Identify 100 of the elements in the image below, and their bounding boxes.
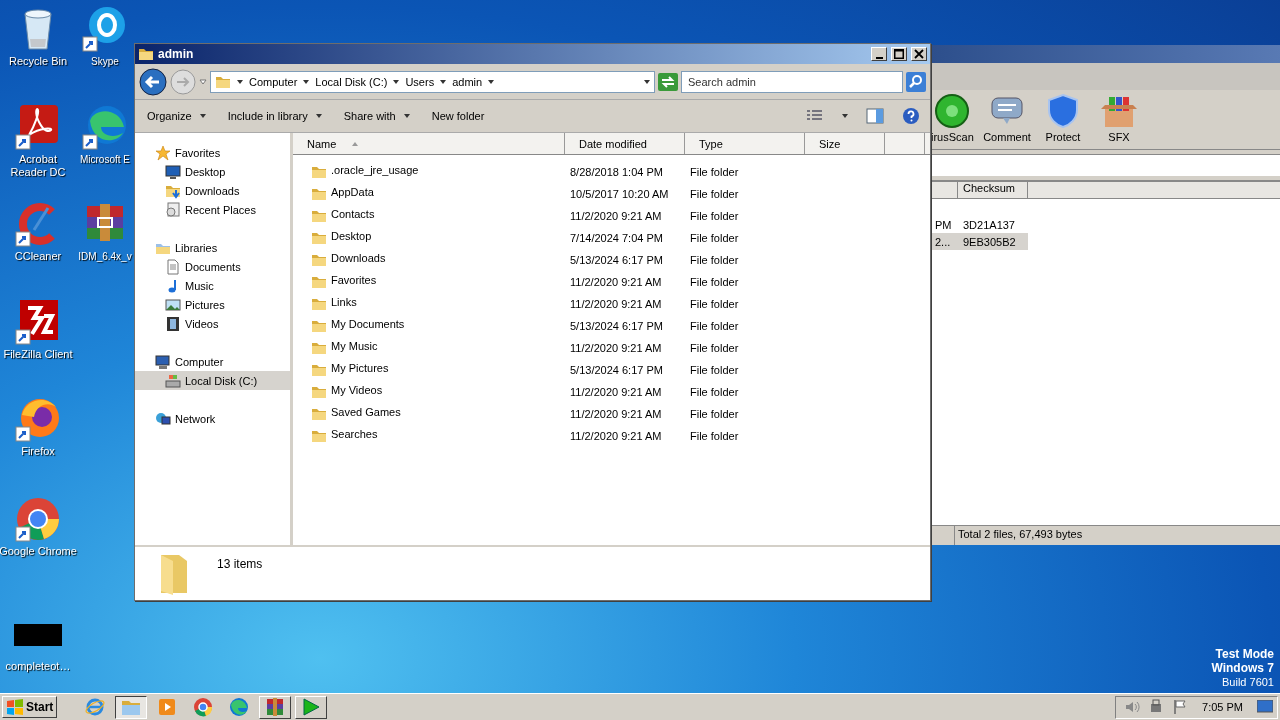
dropdown-icon[interactable] <box>644 79 650 84</box>
show-desktop-icon[interactable] <box>1257 700 1273 714</box>
column-header[interactable]: Name <box>293 133 565 154</box>
file-name[interactable]: My Music <box>331 340 378 356</box>
file-name[interactable]: My Pictures <box>331 362 389 378</box>
caret-icon[interactable] <box>842 114 848 118</box>
nav-item[interactable]: Music <box>135 276 290 295</box>
chevron-icon[interactable] <box>488 79 495 84</box>
folder-icon <box>311 362 327 378</box>
checksum-cell: 3D21A137 <box>963 218 1015 231</box>
file-name[interactable]: .oracle_jre_usage <box>331 164 419 180</box>
shield-icon[interactable] <box>1045 93 1081 129</box>
taskbar-button[interactable] <box>115 695 148 719</box>
clock[interactable]: 7:05 PM <box>1202 701 1243 713</box>
tool-label[interactable]: Protect <box>1045 131 1081 143</box>
type-cell: File folder <box>690 166 739 178</box>
icon-label[interactable]: Skype <box>91 55 119 68</box>
chrome-icon[interactable] <box>14 495 62 543</box>
nav-item[interactable]: Computer <box>135 352 290 371</box>
edge-icon <box>229 697 250 717</box>
address-bar[interactable]: Computer Local Disk (C:) Users admin <box>210 70 655 93</box>
nav-item[interactable]: Documents <box>135 257 290 276</box>
date-cell: 11/2/2020 9:21 AM <box>570 386 662 398</box>
preview-pane-icon[interactable] <box>866 108 884 124</box>
back-button[interactable] <box>139 67 167 96</box>
start-button[interactable]: Start <box>2 696 58 718</box>
nav-item[interactable]: Videos <box>135 314 290 333</box>
column-header[interactable]: Checksum <box>958 182 1028 198</box>
icon-label[interactable]: Recycle Bin <box>8 55 68 68</box>
nav-item[interactable]: Libraries <box>135 238 290 257</box>
search-icon[interactable] <box>906 71 926 92</box>
history-dropdown-icon[interactable] <box>199 77 207 86</box>
icon-label[interactable]: IDM_6.4x_v <box>78 250 132 263</box>
recent-places-icon <box>165 201 181 218</box>
tool-label[interactable]: Comment <box>983 131 1031 143</box>
refresh-button[interactable] <box>658 72 678 91</box>
file-name[interactable]: Links <box>331 296 357 312</box>
column-header[interactable]: Type <box>685 133 805 154</box>
view-options-icon[interactable] <box>806 109 824 123</box>
help-icon[interactable] <box>902 107 920 125</box>
maximize-button[interactable] <box>891 47 907 61</box>
file-name[interactable]: Downloads <box>331 252 386 268</box>
file-name[interactable]: Searches <box>331 428 378 444</box>
nav-item[interactable]: Recent Places <box>135 200 290 219</box>
search-field[interactable]: Search admin <box>681 70 903 93</box>
column-header[interactable]: Size <box>805 133 885 154</box>
minimize-button[interactable] <box>871 47 887 61</box>
nav-item[interactable]: Downloads <box>135 181 290 200</box>
bug-scan-icon[interactable] <box>934 93 970 129</box>
nav-item[interactable]: Network <box>135 409 290 428</box>
icon-label[interactable]: Acrobat Reader DC <box>3 153 73 179</box>
nav-item[interactable]: Pictures <box>135 295 290 314</box>
computer-icon <box>155 353 171 370</box>
icon-label[interactable]: Firefox <box>21 445 55 458</box>
icon-label[interactable]: FileZilla Client <box>3 348 73 361</box>
folder-icon <box>311 428 327 444</box>
chevron-icon[interactable] <box>237 79 243 84</box>
toolbar-button[interactable]: New folder <box>429 108 487 124</box>
file-name[interactable]: Contacts <box>331 208 375 224</box>
breadcrumb-item[interactable]: Local Disk (C:) <box>315 75 388 88</box>
file-row[interactable]: PM 3D21A137 <box>931 216 1280 233</box>
type-cell: File folder <box>690 342 739 354</box>
icon-label[interactable]: CCleaner <box>14 250 62 263</box>
nav-item[interactable]: Desktop <box>135 162 290 181</box>
breadcrumb-item[interactable]: admin <box>452 75 483 88</box>
file-name[interactable]: Desktop <box>331 230 372 246</box>
path-field[interactable] <box>931 154 1280 176</box>
column-header[interactable]: Date modified <box>565 133 685 154</box>
nav-item[interactable]: Local Disk (C:) <box>135 371 290 390</box>
breadcrumb-item[interactable]: Computer <box>249 75 298 88</box>
chevron-icon[interactable] <box>393 79 400 84</box>
menu-button[interactable]: Organize <box>145 108 208 124</box>
type-cell: File folder <box>690 320 739 332</box>
edge-icon[interactable] <box>81 103 129 151</box>
file-name[interactable]: AppData <box>331 186 374 202</box>
chevron-icon[interactable] <box>440 79 447 84</box>
file-row[interactable]: 2... 9EB305B2 <box>931 233 1028 250</box>
chevron-icon[interactable] <box>303 79 310 84</box>
type-cell: File folder <box>690 210 739 222</box>
breadcrumb-item[interactable]: Users <box>405 75 435 88</box>
tool-label[interactable]: SFX <box>1108 131 1130 143</box>
date-cell: 11/2/2020 9:21 AM <box>570 430 662 442</box>
icon-label[interactable]: Microsoft E <box>80 153 130 166</box>
close-button[interactable] <box>911 47 927 61</box>
date-cell: 11/2/2020 9:21 AM <box>570 298 662 310</box>
menu-button[interactable]: Include in library <box>225 108 324 124</box>
file-name[interactable]: Favorites <box>331 274 377 290</box>
menu-button[interactable]: Share with <box>341 108 412 124</box>
type-cell: File folder <box>690 254 739 266</box>
file-name[interactable]: My Videos <box>331 384 383 400</box>
tool-label[interactable]: irusScan <box>931 131 974 143</box>
flag-icon[interactable] <box>1172 699 1189 715</box>
date-cell: PM <box>935 218 952 231</box>
nav-item[interactable]: Favorites <box>135 143 290 162</box>
folder-icon <box>311 252 327 268</box>
folder-icon <box>138 46 154 62</box>
type-cell: File folder <box>690 298 739 310</box>
file-name[interactable]: Saved Games <box>331 406 401 422</box>
file-name[interactable]: My Documents <box>331 318 405 334</box>
folder-icon <box>311 340 327 356</box>
